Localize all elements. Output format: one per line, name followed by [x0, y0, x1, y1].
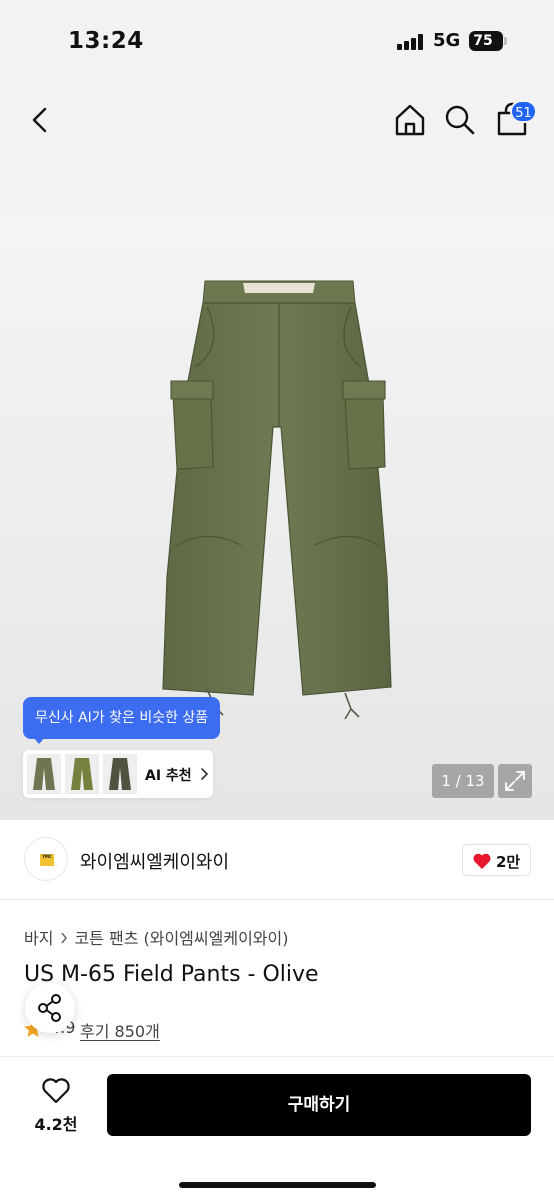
wishlist-button[interactable]: 4.2천: [22, 1075, 90, 1141]
review-count-link[interactable]: 후기 850개: [80, 1018, 160, 1042]
breadcrumb: 바지 코튼 팬츠 (와이엠씨엘케이와이): [24, 925, 288, 949]
pants-thumbnail-image: [71, 758, 93, 790]
brand-row[interactable]: YMC 와이엠씨엘케이와이 2만: [0, 820, 554, 900]
bottom-action-bar: 4.2천 구매하기: [0, 1056, 554, 1200]
battery-icon: 75: [469, 31, 503, 51]
status-time: 13:24: [68, 28, 144, 54]
breadcrumb-subcategory[interactable]: 코튼 팬츠 (와이엠씨엘케이와이): [74, 929, 288, 948]
search-button[interactable]: [440, 100, 480, 140]
ai-recommend-label: AI 추천: [145, 768, 192, 784]
search-icon: [445, 105, 475, 135]
signal-icon: [397, 34, 427, 50]
expand-icon: [505, 771, 525, 791]
brand-logo-mark: YMC: [40, 854, 54, 866]
share-icon: [38, 994, 61, 1022]
cart-count-badge: 51: [510, 100, 537, 123]
chevron-right-icon: [201, 768, 209, 780]
brand-like-button[interactable]: 2만: [462, 844, 531, 876]
wishlist-count: 4.2천: [34, 1115, 78, 1134]
similar-product-thumbnail[interactable]: [103, 754, 137, 794]
brand-logo[interactable]: YMC: [24, 837, 68, 881]
battery-level: 75: [473, 33, 493, 49]
chevron-left-icon: [32, 107, 47, 133]
pants-thumbnail-image: [33, 758, 55, 790]
chevron-right-icon: [61, 932, 68, 944]
similar-product-thumbnail[interactable]: [65, 754, 99, 794]
battery-cap: [504, 37, 507, 45]
ai-similar-tooltip: 무신사 AI가 찾은 비슷한 상품: [23, 697, 221, 739]
brand-name[interactable]: 와이엠씨엘케이와이: [80, 848, 229, 874]
heart-outline-icon: [42, 1078, 70, 1104]
breadcrumb-category[interactable]: 바지: [24, 929, 53, 948]
back-button[interactable]: [20, 100, 60, 140]
expand-image-button[interactable]: [498, 764, 532, 798]
status-bar: 13:24 5G 75: [0, 0, 554, 80]
tooltip-tail: [33, 737, 45, 744]
buy-button[interactable]: 구매하기: [107, 1074, 531, 1136]
ai-recommend-card[interactable]: AI 추천: [23, 750, 213, 798]
similar-product-thumbnail[interactable]: [27, 754, 61, 794]
network-type: 5G: [433, 30, 461, 51]
home-icon: [395, 104, 425, 136]
share-button[interactable]: [25, 983, 75, 1033]
top-nav: [0, 80, 554, 212]
home-indicator: [179, 1182, 376, 1188]
heart-filled-icon: [473, 853, 491, 869]
product-image-pants: [162, 280, 392, 720]
brand-like-count: 2만: [496, 853, 521, 871]
pants-thumbnail-image: [109, 758, 131, 790]
home-button[interactable]: [390, 100, 430, 140]
image-counter: 1 / 13: [432, 764, 494, 798]
